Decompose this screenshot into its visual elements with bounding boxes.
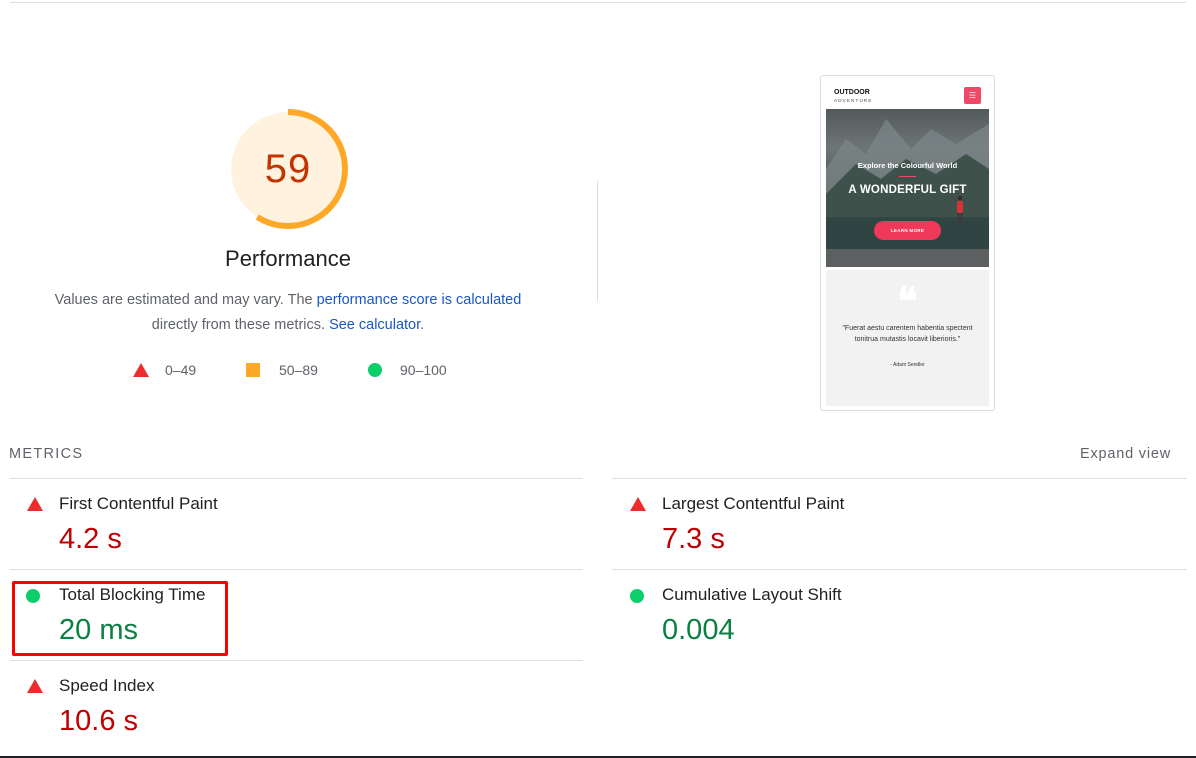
tbt-highlight-annotation: [12, 581, 228, 656]
metric-cumulative-layout-shift: Cumulative Layout Shift 0.004: [612, 570, 1187, 660]
metric-first-contentful-paint: First Contentful Paint 4.2 s: [10, 479, 583, 569]
legend-fail: 0–49: [133, 362, 196, 378]
screenshot-hero-subtitle: Explore the Colourful World: [857, 161, 958, 170]
screenshot-hero-accent: [899, 176, 916, 177]
screenshot-quote-author: - Adam Sendler: [890, 362, 925, 368]
metric-value: 4.2 s: [59, 523, 122, 555]
legend-average-label: 50–89: [279, 362, 318, 378]
performance-score-gauge: 59: [227, 108, 349, 230]
expand-view-toggle[interactable]: Expand view: [1080, 446, 1171, 462]
legend-fail-label: 0–49: [165, 362, 197, 378]
fail-triangle-icon: [27, 679, 43, 693]
screenshot-hero-image: Explore the Colourful World A WONDERFUL …: [826, 109, 989, 267]
score-explanation: Values are estimated and may vary. The p…: [20, 288, 556, 338]
metric-value: 10.6 s: [59, 705, 138, 737]
metric-label: Largest Contentful Paint: [662, 494, 845, 513]
pass-circle-icon: [630, 589, 644, 603]
legend-average: 50–89: [246, 362, 318, 378]
explanation-text-2: directly from these metrics.: [151, 317, 330, 333]
page-screenshot-thumbnail[interactable]: OUTDOOR ADVENTURE ☰ Explore the Colourfu…: [820, 75, 995, 411]
score-calculated-link[interactable]: performance score is calculated: [317, 292, 522, 308]
fail-triangle-icon: [27, 497, 43, 511]
explanation-period: .: [420, 317, 425, 333]
green-circle-icon: [368, 363, 382, 377]
hamburger-menu-icon: ☰: [964, 87, 981, 104]
metric-label: Speed Index: [59, 676, 155, 695]
fail-triangle-icon: [630, 497, 646, 511]
vertical-divider: [597, 181, 598, 301]
red-triangle-icon: [133, 363, 149, 377]
top-divider: [10, 2, 1186, 3]
score-value: 59: [264, 146, 312, 191]
metric-largest-contentful-paint: Largest Contentful Paint 7.3 s: [612, 479, 1187, 569]
see-calculator-link[interactable]: See calculator: [329, 317, 420, 333]
explanation-text-1: Values are estimated and may vary. The: [54, 292, 317, 308]
metric-label: Cumulative Layout Shift: [662, 585, 842, 604]
screenshot-logo-line1: OUTDOOR: [834, 89, 870, 96]
metrics-heading: METRICS: [9, 446, 84, 462]
legend-pass-label: 90–100: [400, 362, 447, 378]
screenshot-testimonial: ❝ "Fuerat aestu carentem habentia specte…: [826, 270, 989, 406]
metric-value: 7.3 s: [662, 523, 725, 555]
legend-pass: 90–100: [368, 362, 447, 378]
metric-label: First Contentful Paint: [59, 494, 218, 513]
score-legend: 0–49 50–89 90–100: [0, 362, 580, 382]
screenshot-logo-line2: ADVENTURE: [834, 98, 873, 103]
screenshot-quote-text: "Fuerat aestu carentem habentia spectent…: [842, 325, 973, 343]
metric-speed-index: Speed Index 10.6 s: [10, 661, 583, 751]
hiker-figure-icon: [957, 195, 963, 224]
score-category-label: Performance: [225, 246, 351, 271]
screenshot-logo: OUTDOOR ADVENTURE: [834, 89, 873, 105]
screenshot-learn-more-button: LEARN MORE: [874, 221, 941, 240]
quote-icon: ❝: [897, 278, 918, 323]
orange-square-icon: [246, 363, 260, 377]
metric-value: 0.004: [662, 614, 735, 646]
screenshot-hero-title: A WONDERFUL GIFT: [848, 184, 967, 196]
